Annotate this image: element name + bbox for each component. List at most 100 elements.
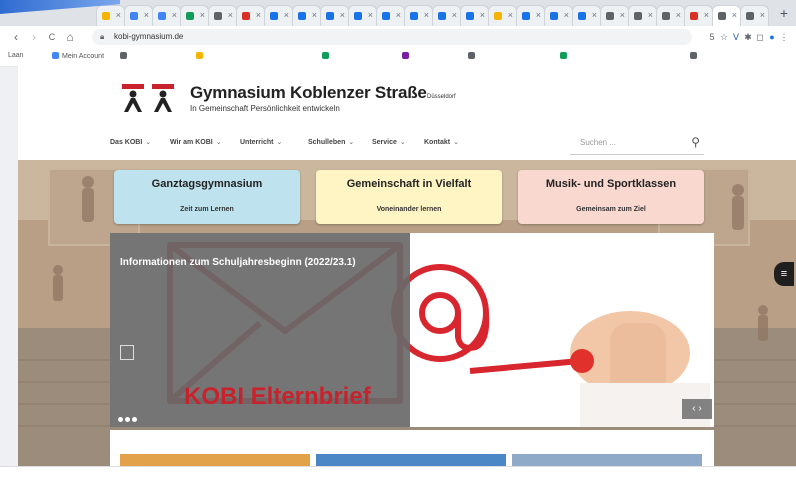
tab-close-icon[interactable]: ×: [312, 9, 317, 21]
bookmark-item[interactable]: [120, 52, 130, 60]
tab-close-icon[interactable]: ×: [116, 9, 121, 21]
browser-tab[interactable]: ×: [600, 5, 629, 26]
back-button[interactable]: ‹: [8, 29, 24, 45]
tab-close-icon[interactable]: ×: [424, 9, 429, 21]
home-button[interactable]: ⌂: [62, 29, 78, 45]
tab-close-icon[interactable]: ×: [536, 9, 541, 21]
menu-icon[interactable]: ⋮: [778, 31, 790, 43]
browser-tab[interactable]: ×: [376, 5, 405, 26]
browser-tab[interactable]: ×: [292, 5, 321, 26]
browser-tab[interactable]: ×: [180, 5, 209, 26]
tab-close-icon[interactable]: ×: [284, 9, 289, 21]
tab-favicon-icon: [298, 12, 306, 20]
star-icon[interactable]: ☆: [718, 31, 730, 43]
bookmark-item[interactable]: Laan: [8, 52, 24, 59]
browser-tab[interactable]: ×: [516, 5, 545, 26]
tab-close-icon[interactable]: ×: [452, 9, 457, 21]
browser-tab[interactable]: ×: [404, 5, 433, 26]
tab-close-icon[interactable]: ×: [200, 9, 205, 21]
browser-tab[interactable]: ×: [544, 5, 573, 26]
slider-dot[interactable]: [118, 417, 123, 422]
feature-box[interactable]: Ganztagsgymnasium Zeit zum Lernen: [114, 170, 300, 224]
profile-icon[interactable]: ●: [766, 31, 778, 43]
browser-tab[interactable]: ×: [432, 5, 461, 26]
teaser-image[interactable]: [120, 454, 310, 466]
tab-close-icon[interactable]: ×: [508, 9, 513, 21]
tab-close-icon[interactable]: ×: [648, 9, 653, 21]
browser-tab[interactable]: ×: [740, 5, 769, 26]
slide-title[interactable]: Informationen zum Schuljahresbeginn (202…: [120, 257, 356, 268]
nav-item[interactable]: Unterricht ⌄: [240, 138, 282, 146]
slider-arrows[interactable]: ‹ ›: [682, 399, 712, 419]
browser-tab[interactable]: ×: [152, 5, 181, 26]
address-bar[interactable]: 🔒︎ kobi-gymnasium.de: [92, 29, 692, 45]
tab-close-icon[interactable]: ×: [144, 9, 149, 21]
browser-tab[interactable]: ×: [628, 5, 657, 26]
chevron-left-icon[interactable]: ‹: [692, 403, 695, 414]
browser-tab[interactable]: ×: [572, 5, 601, 26]
tab-close-icon[interactable]: ×: [256, 9, 261, 21]
browser-tab[interactable]: ×: [460, 5, 489, 26]
bookmark-item[interactable]: [690, 52, 700, 60]
teaser-image[interactable]: [512, 454, 702, 466]
tab-close-icon[interactable]: ×: [172, 9, 177, 21]
feature-box[interactable]: Gemeinschaft in Vielfalt Voneinander lern…: [316, 170, 502, 224]
tab-favicon-icon: [354, 12, 362, 20]
puzzle-icon[interactable]: ✱: [742, 31, 754, 43]
v-extension-icon[interactable]: V: [730, 31, 742, 43]
browser-tab[interactable]: ×: [124, 5, 153, 26]
tab-close-icon[interactable]: ×: [368, 9, 373, 21]
browser-tab[interactable]: ×: [684, 5, 713, 26]
tab-close-icon[interactable]: ×: [340, 9, 345, 21]
browser-tab[interactable]: ×: [712, 5, 741, 26]
browser-tab[interactable]: ×: [264, 5, 293, 26]
translate-icon[interactable]: 5: [706, 31, 718, 43]
tab-close-icon[interactable]: ×: [564, 9, 569, 21]
search-icon[interactable]: ⚲: [691, 135, 700, 149]
browser-tab[interactable]: ×: [320, 5, 349, 26]
tab-close-icon[interactable]: ×: [704, 9, 709, 21]
window-icon[interactable]: ◻: [754, 31, 766, 43]
reload-button[interactable]: C: [44, 29, 60, 45]
bookmark-item[interactable]: [322, 52, 332, 60]
nav-item[interactable]: Service ⌄: [372, 138, 406, 146]
nav-item[interactable]: Das KOBI ⌄: [110, 138, 151, 146]
tab-favicon-icon: [410, 12, 418, 20]
tab-close-icon[interactable]: ×: [228, 9, 233, 21]
bookmark-item[interactable]: [402, 52, 412, 60]
nav-item[interactable]: Wir am KOBI ⌄: [170, 138, 222, 146]
browser-tab[interactable]: ×: [208, 5, 237, 26]
new-tab-button[interactable]: +: [776, 5, 792, 21]
slider-dot[interactable]: [132, 417, 137, 422]
site-search[interactable]: Suchen ... ⚲: [570, 132, 704, 155]
chevron-right-icon[interactable]: ›: [698, 403, 701, 414]
tab-close-icon[interactable]: ×: [760, 9, 765, 21]
school-logo[interactable]: [120, 82, 178, 114]
tab-close-icon[interactable]: ×: [676, 9, 681, 21]
browser-tab[interactable]: ×: [656, 5, 685, 26]
slider-dot[interactable]: [125, 417, 130, 422]
school-name[interactable]: Gymnasium Koblenzer Straße: [190, 83, 427, 103]
browser-tab[interactable]: ×: [348, 5, 377, 26]
feature-box[interactable]: Musik- und Sportklassen Gemeinsam zum Zie…: [518, 170, 704, 224]
tab-close-icon[interactable]: ×: [396, 9, 401, 21]
nav-item[interactable]: Kontakt ⌄: [424, 138, 459, 146]
bookmark-item[interactable]: [468, 52, 478, 60]
tab-close-icon[interactable]: ×: [480, 9, 485, 21]
teaser-image[interactable]: [316, 454, 506, 466]
browser-tab[interactable]: ×: [488, 5, 517, 26]
bookmark-item[interactable]: Mein Account: [52, 52, 104, 60]
bookmark-favicon-icon: [402, 52, 409, 59]
tab-close-icon[interactable]: ×: [620, 9, 625, 21]
tab-close-icon[interactable]: ×: [592, 9, 597, 21]
forward-button[interactable]: ›: [26, 29, 42, 45]
tab-close-icon[interactable]: ×: [732, 9, 737, 21]
nav-item[interactable]: Schulleben ⌄: [308, 138, 354, 146]
side-panel-button[interactable]: ≡: [774, 262, 794, 286]
browser-tab[interactable]: ×: [96, 5, 125, 26]
bookmark-item[interactable]: [196, 52, 206, 60]
bookmark-item[interactable]: [560, 52, 570, 60]
browser-tab[interactable]: ×: [236, 5, 265, 26]
read-more-button[interactable]: [120, 345, 134, 360]
news-slider[interactable]: Informationen zum Schuljahresbeginn (202…: [110, 233, 714, 427]
